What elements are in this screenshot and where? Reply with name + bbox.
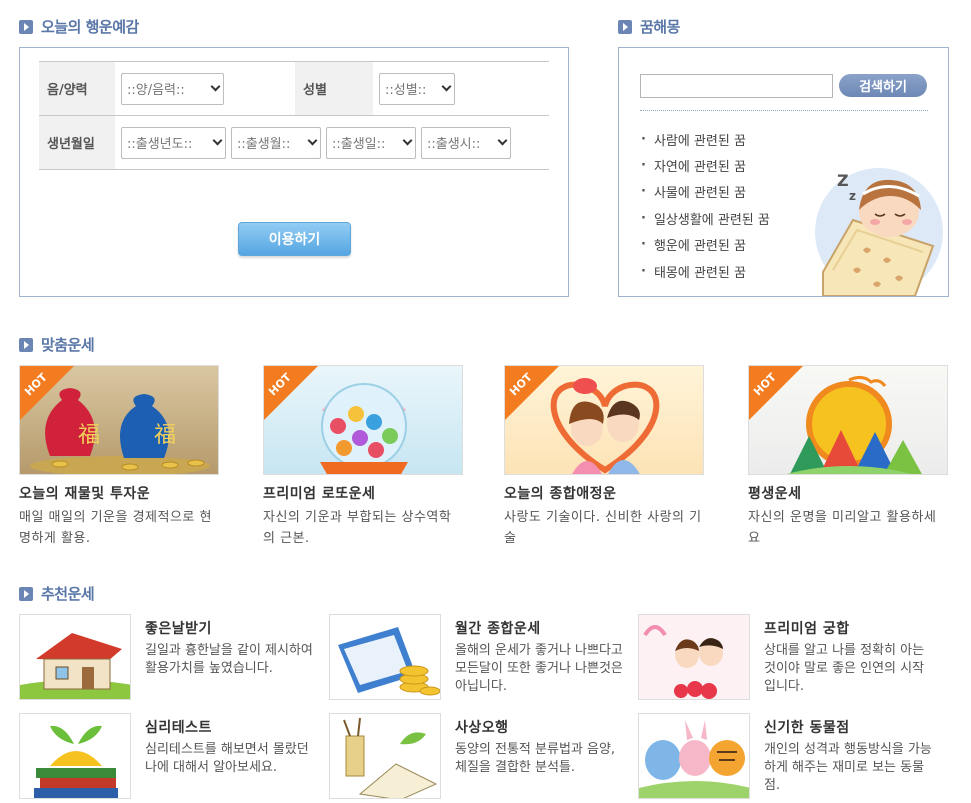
- recommended-description: 동양의 전통적 분류법과 음양, 체질을 결합한 분석틀.: [455, 742, 616, 775]
- brush-book-illustration: [330, 714, 440, 798]
- chevron-down-icon: [441, 81, 452, 92]
- fortune-input-table: 음/양력 ::양/음력:: 성별 ::성별:: 생년월일 ::출생년도:: ::: [39, 61, 549, 170]
- gender-label: 성별: [295, 62, 373, 115]
- dotted-divider: [640, 110, 928, 111]
- custom-fortune-card[interactable]: HOT 오늘의 종합애정운 사랑도 기술이다. 신비한 사랑의 기술: [504, 365, 704, 549]
- card-description: 자신의 운명을 미리알고 활용하세요: [748, 510, 937, 546]
- card-description: 사랑도 기술이다. 신비한 사랑의 기술: [504, 510, 702, 546]
- birth-day-select[interactable]: ::출생일::: [326, 126, 416, 159]
- dream-interpretation-box: 검색하기 사람에 관련된 꿈 자연에 관련된 꿈 사물에 관련된 꿈 일상생활에…: [618, 47, 949, 297]
- custom-fortune-card[interactable]: HOT 평생운세 자신의 운명을 미리알고 활용하세요: [748, 365, 948, 549]
- recommended-section-title: 추천운세: [19, 583, 95, 604]
- section-bullet-icon: [19, 19, 33, 34]
- today-fortune-section-title: 오늘의 행운예감: [19, 16, 139, 37]
- chevron-down-icon: [402, 135, 413, 146]
- recommended-item[interactable]: 프리미엄 궁합 상대를 알고 나를 정확히 아는 것이야 말로 좋은 인연의 시…: [638, 614, 938, 704]
- recommended-description: 상대를 알고 나를 정확히 아는 것이야 말로 좋은 인연의 시작입니다.: [764, 643, 925, 694]
- card-title[interactable]: 프리미엄 로또운세: [263, 483, 463, 503]
- recommended-thumbnail[interactable]: [638, 614, 750, 700]
- svg-text:Z: Z: [837, 171, 849, 190]
- calendar-type-select[interactable]: ::양/음력::: [121, 72, 224, 105]
- sleeping-girl-illustration: Z z: [815, 168, 943, 296]
- recommended-description: 올해의 운세가 좋거나 나쁘다고 모든달이 또한 좋거나 나쁜것은 아닙니다.: [455, 643, 623, 694]
- chevron-down-icon: [497, 135, 508, 146]
- birth-year-select[interactable]: ::출생년도::: [121, 126, 226, 159]
- wedding-couple-illustration: [639, 615, 749, 699]
- dream-category-list: 사람에 관련된 꿈 자연에 관련된 꿈 사물에 관련된 꿈 일상생활에 관련된 …: [641, 126, 770, 284]
- today-fortune-form: 음/양력 ::양/음력:: 성별 ::성별:: 생년월일 ::출생년도:: ::: [19, 47, 569, 297]
- birth-month-select[interactable]: ::출생월::: [231, 126, 321, 159]
- gender-select[interactable]: ::성별::: [379, 72, 455, 105]
- dream-category-item[interactable]: 사물에 관련된 꿈: [641, 179, 770, 205]
- recommended-thumbnail[interactable]: [638, 713, 750, 799]
- recommended-thumbnail[interactable]: [19, 713, 131, 799]
- house-illustration: [20, 615, 130, 699]
- recommended-item[interactable]: 사상오행 동양의 전통적 분류법과 음양, 체질을 결합한 분석틀.: [329, 713, 629, 803]
- calendar-gender-row: 음/양력 ::양/음력:: 성별 ::성별::: [39, 62, 549, 116]
- calendar-label: 음/양력: [39, 62, 115, 115]
- chevron-down-icon: [307, 135, 318, 146]
- animals-illustration: [639, 714, 749, 798]
- dream-category-item[interactable]: 태몽에 관련된 꿈: [641, 258, 770, 284]
- recommended-description: 개인의 성격과 행동방식을 가능하게 해주는 재미로 보는 동물점.: [764, 742, 932, 793]
- calendar-coins-illustration: [330, 615, 440, 699]
- dream-search-input[interactable]: [640, 74, 833, 98]
- svg-text:福: 福: [78, 423, 100, 448]
- birth-row: 생년월일 ::출생년도:: ::출생월:: ::출생일:: ::출생시::: [39, 116, 549, 170]
- recommended-title[interactable]: 신기한 동물점: [764, 717, 850, 737]
- chevron-down-icon: [210, 81, 221, 92]
- custom-fortune-card[interactable]: 福 福 HOT 오늘의 재물및 투자운 매일 매일의 기운을 경제적으로 현명하…: [19, 365, 219, 549]
- card-title[interactable]: 오늘의 재물및 투자운: [19, 483, 219, 503]
- dream-search-button[interactable]: 검색하기: [839, 74, 927, 97]
- recommended-title[interactable]: 월간 종합운세: [455, 618, 541, 638]
- recommended-title[interactable]: 사상오행: [455, 717, 509, 737]
- use-button[interactable]: 이용하기: [238, 222, 351, 256]
- recommended-title[interactable]: 심리테스트: [145, 717, 212, 737]
- dream-category-item[interactable]: 자연에 관련된 꿈: [641, 152, 770, 178]
- card-title[interactable]: 평생운세: [748, 483, 948, 503]
- card-title[interactable]: 오늘의 종합애정운: [504, 483, 704, 503]
- recommended-item[interactable]: 월간 종합운세 올해의 운세가 좋거나 나쁘다고 모든달이 또한 좋거나 나쁜것…: [329, 614, 629, 704]
- recommended-description: 길일과 흉한날을 같이 제시하여 활용가치를 높였습니다.: [145, 643, 313, 676]
- card-description: 매일 매일의 기운을 경제적으로 현명하게 활용.: [19, 510, 212, 546]
- svg-text:z: z: [849, 189, 856, 203]
- custom-fortune-card[interactable]: HOT 프리미엄 로또운세 자신의 기운과 부합되는 상수역학의 근본.: [263, 365, 463, 549]
- section-bullet-icon: [19, 337, 33, 352]
- section-bullet-icon: [19, 586, 33, 601]
- birth-hour-select[interactable]: ::출생시::: [421, 126, 511, 159]
- recommended-item[interactable]: 신기한 동물점 개인의 성격과 행동방식을 가능하게 해주는 재미로 보는 동물…: [638, 713, 938, 803]
- books-sprout-illustration: [20, 714, 130, 798]
- card-thumbnail[interactable]: 福 福 HOT: [19, 365, 219, 475]
- recommended-thumbnail[interactable]: [329, 713, 441, 799]
- recommended-title[interactable]: 프리미엄 궁합: [764, 618, 850, 638]
- recommended-item[interactable]: 좋은날받기 길일과 흉한날을 같이 제시하여 활용가치를 높였습니다.: [19, 614, 319, 704]
- custom-fortune-section-title: 맞춤운세: [19, 334, 95, 355]
- recommended-description: 심리테스트를 해보면서 몰랐던 나에 대해서 알아보세요.: [145, 742, 309, 775]
- dream-category-item[interactable]: 일상생활에 관련된 꿈: [641, 205, 770, 231]
- recommended-thumbnail[interactable]: [19, 614, 131, 700]
- card-description: 자신의 기운과 부합되는 상수역학의 근본.: [263, 510, 452, 546]
- chevron-down-icon: [212, 135, 223, 146]
- dream-section-title: 꿈해몽: [618, 16, 680, 37]
- card-thumbnail[interactable]: HOT: [504, 365, 704, 475]
- section-bullet-icon: [618, 19, 632, 34]
- card-thumbnail[interactable]: HOT: [748, 365, 948, 475]
- birth-label: 생년월일: [39, 116, 115, 169]
- card-thumbnail[interactable]: HOT: [263, 365, 463, 475]
- dream-category-item[interactable]: 사람에 관련된 꿈: [641, 126, 770, 152]
- recommended-item[interactable]: 심리테스트 심리테스트를 해보면서 몰랐던 나에 대해서 알아보세요.: [19, 713, 319, 803]
- recommended-thumbnail[interactable]: [329, 614, 441, 700]
- recommended-title[interactable]: 좋은날받기: [145, 618, 212, 638]
- svg-text:福: 福: [154, 423, 176, 448]
- dream-category-item[interactable]: 행운에 관련된 꿈: [641, 232, 770, 258]
